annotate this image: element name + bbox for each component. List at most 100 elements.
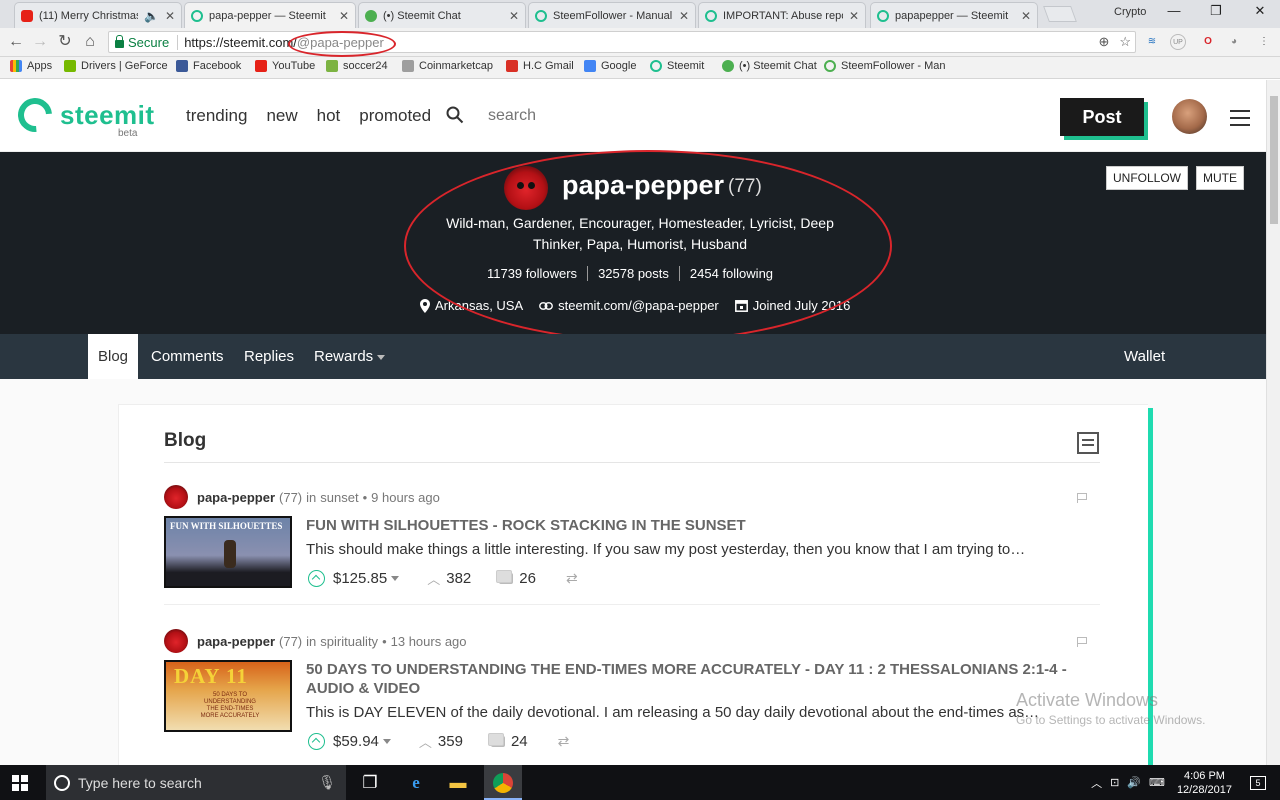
forward-arrow-icon[interactable]: → — [30, 32, 50, 52]
page-scrollbar[interactable] — [1266, 80, 1280, 765]
close-tab-icon[interactable]: ✕ — [339, 9, 349, 23]
browser-profile-name[interactable]: Crypto — [1114, 6, 1146, 18]
extension-icon[interactable]: ◕ — [1226, 34, 1242, 50]
hamburger-menu-icon[interactable] — [1230, 110, 1250, 126]
nav-trending[interactable]: trending — [186, 106, 247, 126]
speaker-icon[interactable]: 🔈 — [144, 9, 159, 23]
notification-count[interactable]: 5 — [1250, 775, 1266, 790]
chevron-down-icon[interactable] — [391, 576, 400, 581]
taskbar-search[interactable]: Type here to search 🎙 — [46, 765, 346, 800]
search-icon[interactable] — [446, 106, 464, 124]
chevron-down-icon[interactable] — [382, 739, 391, 744]
address-bar[interactable]: Secure https://steemit.com/@papa-pepper … — [108, 31, 1136, 53]
flag-icon[interactable] — [1077, 637, 1088, 647]
new-tab-button[interactable] — [1043, 6, 1077, 22]
bookmark-apps[interactable]: Apps — [10, 60, 52, 72]
close-tab-icon[interactable]: ✕ — [1021, 9, 1031, 23]
task-view-icon[interactable]: ❐ — [360, 773, 380, 793]
browser-tab[interactable]: SteemFollower - Manual ✕ — [528, 2, 696, 28]
menu-dots-icon[interactable]: ⋮ — [1256, 34, 1272, 50]
tab-rewards[interactable]: Rewards — [304, 334, 395, 379]
close-tab-icon[interactable]: ✕ — [849, 9, 859, 23]
post-category[interactable]: sunset — [320, 490, 358, 505]
bookmark-steemfollower[interactable]: SteemFollower - Man — [824, 60, 946, 72]
browser-tab[interactable]: (11) Merry Christmas 🔈 ✕ — [14, 2, 182, 28]
close-tab-icon[interactable]: ✕ — [509, 9, 519, 23]
browser-tab[interactable]: papapepper — Steemit ✕ — [870, 2, 1038, 28]
secure-indicator[interactable]: Secure — [115, 34, 179, 50]
minimize-icon[interactable]: — — [1164, 3, 1184, 18]
search-input[interactable] — [488, 104, 628, 128]
bookmark-steemit-chat[interactable]: (•) Steemit Chat — [722, 60, 817, 72]
post-comments[interactable]: 24 — [511, 733, 528, 750]
post-title[interactable]: 50 DAYS TO UNDERSTANDING THE END-TIMES M… — [306, 660, 1106, 698]
post-thumbnail[interactable]: DAY 11 50 DAYS TO UNDERSTANDING THE END-… — [164, 660, 292, 732]
steem-extension-icon[interactable]: ≋ — [1144, 34, 1160, 50]
keyboard-icon[interactable]: ⌨ — [1149, 776, 1165, 789]
post-payout[interactable]: $125.85 — [333, 570, 387, 587]
home-icon[interactable]: ⌂ — [80, 32, 100, 52]
tab-blog[interactable]: Blog — [88, 334, 139, 379]
edge-icon[interactable]: e — [406, 773, 426, 793]
browser-tab-active[interactable]: papa-pepper — Steemit ✕ — [184, 2, 356, 28]
close-tab-icon[interactable]: ✕ — [679, 9, 689, 23]
post-author[interactable]: papa-pepper — [197, 490, 275, 505]
tab-comments[interactable]: Comments — [141, 334, 234, 379]
post-votes[interactable]: 359 — [438, 733, 463, 750]
bookmark-star-icon[interactable]: ☆ — [1119, 34, 1131, 50]
mute-button[interactable]: MUTE — [1196, 166, 1244, 190]
file-explorer-icon[interactable]: ▬ — [448, 773, 468, 793]
post-button[interactable]: Post — [1060, 98, 1144, 136]
maximize-icon[interactable]: ❐ — [1206, 3, 1226, 19]
post-title[interactable]: FUN WITH SILHOUETTES - ROCK STACKING IN … — [306, 516, 1106, 535]
bookmark-google[interactable]: Google — [584, 60, 636, 72]
tab-wallet[interactable]: Wallet — [1114, 334, 1175, 379]
bookmark-youtube[interactable]: YouTube — [255, 60, 315, 72]
author-avatar[interactable] — [164, 485, 188, 509]
upvote-icon[interactable] — [308, 570, 325, 587]
post-excerpt[interactable]: This should make things a little interes… — [306, 541, 1066, 558]
post-votes[interactable]: 382 — [446, 570, 471, 587]
microphone-icon[interactable]: 🎙 — [318, 774, 336, 791]
nav-hot[interactable]: hot — [317, 106, 341, 126]
resteem-icon[interactable]: ⇄ — [558, 733, 570, 750]
nav-promoted[interactable]: promoted — [359, 106, 431, 126]
bookmark-soccer24[interactable]: soccer24 — [326, 60, 388, 72]
post-category[interactable]: spirituality — [320, 634, 378, 649]
up-extension-icon[interactable]: UP — [1170, 34, 1186, 50]
user-avatar[interactable] — [1172, 99, 1207, 134]
post-excerpt[interactable]: This is DAY ELEVEN of the daily devotion… — [306, 704, 1066, 721]
opera-extension-icon[interactable]: O — [1200, 34, 1216, 50]
post-thumbnail[interactable]: FUN WITH SILHOUETTES — [164, 516, 292, 588]
layout-toggle-icon[interactable] — [1077, 432, 1099, 454]
post-time[interactable]: 9 hours ago — [371, 490, 440, 505]
profile-website[interactable]: steemit.com/@papa-pepper — [539, 298, 719, 313]
back-arrow-icon[interactable]: ← — [6, 32, 26, 52]
steemit-logo[interactable]: steemit — [11, 91, 155, 139]
bookmark-facebook[interactable]: Facebook — [176, 60, 241, 72]
bookmark-geforce[interactable]: Drivers | GeForce — [64, 60, 168, 72]
zoom-icon[interactable]: ⊕ — [1098, 34, 1109, 50]
post-payout[interactable]: $59.94 — [333, 733, 379, 750]
taskbar-clock[interactable]: 4:06 PM 12/28/2017 — [1177, 769, 1232, 797]
tab-replies[interactable]: Replies — [234, 334, 304, 379]
close-tab-icon[interactable]: ✕ — [165, 9, 175, 23]
reload-icon[interactable]: ↻ — [55, 32, 75, 52]
post-comments[interactable]: 26 — [519, 570, 536, 587]
bookmark-steemit[interactable]: Steemit — [650, 60, 704, 72]
bookmark-gmail[interactable]: H.C Gmail — [506, 60, 574, 72]
close-window-icon[interactable]: ✕ — [1250, 3, 1270, 19]
unfollow-button[interactable]: UNFOLLOW — [1106, 166, 1189, 190]
resteem-icon[interactable]: ⇄ — [566, 570, 578, 587]
following-count[interactable]: 2454 following — [678, 266, 783, 281]
volume-icon[interactable]: 🔊 — [1127, 776, 1141, 789]
flag-icon[interactable] — [1077, 493, 1088, 503]
browser-tab[interactable]: (•) Steemit Chat ✕ — [358, 2, 526, 28]
post-time[interactable]: 13 hours ago — [391, 634, 467, 649]
author-avatar[interactable] — [164, 629, 188, 653]
tray-chevron-icon[interactable]: ︿ — [1091, 775, 1102, 791]
windows-start-icon[interactable] — [12, 775, 28, 791]
browser-tab[interactable]: IMPORTANT: Abuse repo ✕ — [698, 2, 866, 28]
bookmark-coinmarketcap[interactable]: Coinmarketcap — [402, 60, 493, 72]
nav-new[interactable]: new — [266, 106, 297, 126]
